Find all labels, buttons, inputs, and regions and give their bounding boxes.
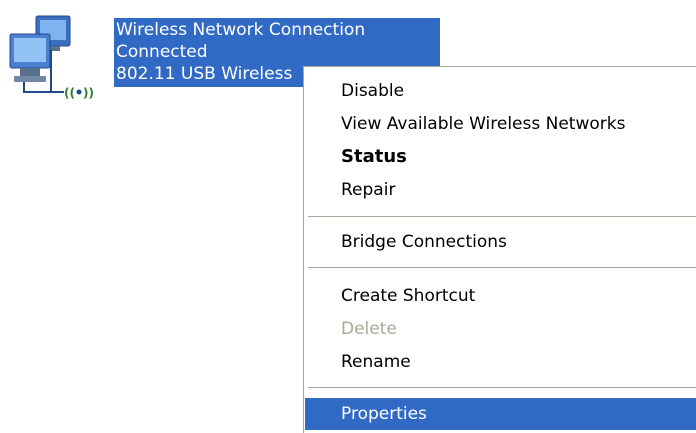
- menu-item-view-available-wireless-networks[interactable]: View Available Wireless Networks: [305, 108, 696, 140]
- connection-name: Wireless Network Connection: [116, 20, 366, 40]
- connection-status: Connected: [116, 42, 208, 62]
- svg-text:((: ((: [64, 86, 75, 100]
- menu-item-rename[interactable]: Rename: [305, 346, 696, 378]
- menu-item-delete: Delete: [341, 319, 397, 339]
- menu-item-disable[interactable]: Disable: [305, 75, 696, 107]
- menu-item-properties[interactable]: Properties: [305, 398, 696, 430]
- svg-text:)): )): [83, 86, 94, 100]
- menu-item-create-shortcut[interactable]: Create Shortcut: [305, 280, 696, 312]
- menu-separator: [308, 267, 696, 268]
- menu-separator: [308, 387, 696, 388]
- menu-item-bridge-connections[interactable]: Bridge Connections: [305, 226, 696, 258]
- menu-item-status[interactable]: Status: [305, 141, 696, 173]
- context-menu: Disable View Available Wireless Networks…: [303, 66, 696, 433]
- wireless-network-icon: (( )): [6, 10, 106, 105]
- menu-separator: [308, 216, 696, 217]
- menu-item-repair[interactable]: Repair: [305, 174, 696, 206]
